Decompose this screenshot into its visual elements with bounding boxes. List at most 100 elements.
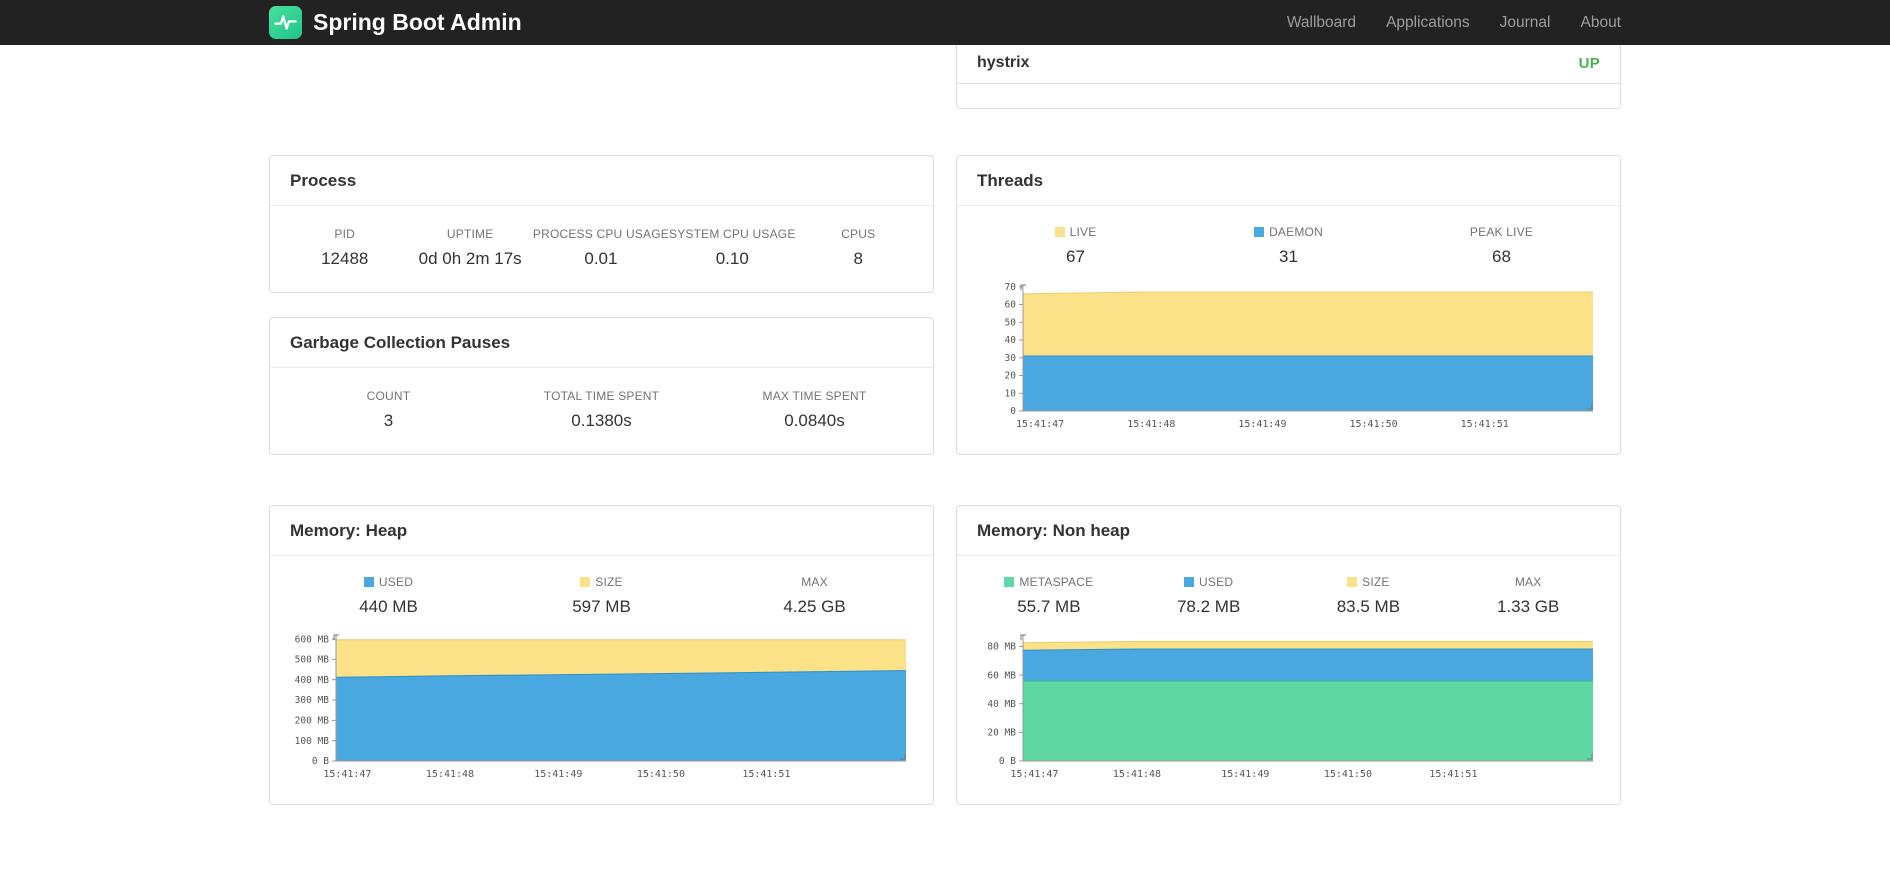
legend-label: USED	[1129, 575, 1289, 589]
legend-label: PEAK LIVE	[1469, 225, 1534, 239]
legend-value: 68	[1492, 247, 1511, 266]
application-status-badge: UP	[1578, 54, 1600, 72]
svg-text:300 MB: 300 MB	[295, 695, 330, 706]
metric-value: 0.0840s	[784, 411, 845, 430]
svg-text:15:41:47: 15:41:47	[323, 769, 371, 780]
metric-value: 0d 0h 2m 17s	[418, 249, 522, 268]
legend-label: LIVE	[969, 225, 1182, 239]
svg-text:15:41:48: 15:41:48	[426, 769, 474, 780]
svg-text:60: 60	[1005, 300, 1017, 311]
svg-text:400 MB: 400 MB	[295, 675, 330, 686]
metric-gc-count: COUNT 3	[282, 389, 495, 431]
legend-item-used: USED 440 MB	[282, 575, 495, 617]
legend-item-peak-live: PEAK LIVE 68	[1395, 225, 1608, 267]
legend-value: 55.7 MB	[1017, 597, 1081, 616]
threads-legend: LIVE 67 DAEMON 31 PEAK LIVE 68	[957, 206, 1620, 271]
metric-value: 0.01	[584, 249, 618, 268]
legend-item-size: SIZE 597 MB	[495, 575, 708, 617]
live-series-swatch	[1054, 227, 1065, 237]
used-series-swatch	[1184, 577, 1195, 587]
legend-value: 597 MB	[572, 597, 631, 616]
heap-legend: USED 440 MB SIZE 597 MB MAX 4.25 GB	[270, 556, 933, 621]
metric-pid: PID 12488	[282, 227, 407, 269]
metric-label: PROCESS CPU USAGE	[532, 227, 669, 241]
metric-value: 0.10	[715, 249, 749, 268]
size-series-swatch	[580, 577, 591, 587]
heap-memory-chart: 0 B 100 MB 200 MB 300 MB 400 MB 500 MB 600 MB 1…	[270, 621, 933, 804]
legend-item-daemon: DAEMON 31	[1182, 225, 1395, 267]
nav-item-about[interactable]: About	[1580, 14, 1621, 32]
nav-item-journal[interactable]: Journal	[1500, 14, 1551, 32]
svg-text:15:41:51: 15:41:51	[1429, 769, 1477, 780]
svg-text:15:41:50: 15:41:50	[637, 769, 685, 780]
svg-text:15:41:48: 15:41:48	[1113, 769, 1161, 780]
brand-link[interactable]: Spring Boot Admin	[269, 6, 522, 39]
svg-text:15:41:51: 15:41:51	[1461, 419, 1509, 430]
used-series-swatch	[363, 577, 374, 587]
svg-text:100 MB: 100 MB	[295, 736, 330, 747]
metaspace-series-swatch	[1004, 577, 1015, 587]
metric-value: 8	[853, 249, 863, 268]
nonheap-memory-chart: 0 B 20 MB 40 MB 60 MB 80 MB 15:41:47 15:41:48 1…	[957, 621, 1620, 804]
spring-boot-admin-logo-icon	[269, 6, 302, 39]
gc-metrics: COUNT 3 TOTAL TIME SPENT 0.1380s MAX TIM…	[270, 368, 933, 454]
memory-nonheap-panel: Memory: Non heap METASPACE 55.7 MB USED …	[956, 505, 1621, 805]
nav-item-applications[interactable]: Applications	[1386, 14, 1470, 32]
nav-links: Wallboard Applications Journal About	[1287, 14, 1621, 32]
metric-value: 12488	[321, 249, 369, 268]
process-panel-title: Process	[270, 156, 933, 206]
metric-system-cpu-usage: SYSTEM CPU USAGE 0.10	[669, 227, 796, 269]
brand-title: Spring Boot Admin	[313, 9, 522, 35]
legend-item-max: MAX 1.33 GB	[1448, 575, 1608, 617]
svg-text:0 B: 0 B	[999, 756, 1016, 767]
navbar: Spring Boot Admin Wallboard Applications…	[0, 0, 1890, 45]
threads-panel-title: Threads	[957, 156, 1620, 206]
process-panel: Process PID 12488 UPTIME 0d 0h 2m 17s PR…	[269, 155, 934, 293]
svg-text:500 MB: 500 MB	[295, 655, 330, 666]
memory-heap-panel-title: Memory: Heap	[270, 506, 933, 556]
metric-label: MAX TIME SPENT	[762, 389, 867, 403]
metric-label: CPUS	[841, 227, 876, 241]
legend-item-max: MAX 4.25 GB	[708, 575, 921, 617]
legend-label: METASPACE	[969, 575, 1129, 589]
legend-value: 31	[1279, 247, 1298, 266]
metric-label: PID	[334, 227, 356, 241]
svg-text:15:41:49: 15:41:49	[534, 769, 582, 780]
metric-label: TOTAL TIME SPENT	[543, 389, 660, 403]
svg-text:40: 40	[1005, 335, 1017, 346]
svg-text:20 MB: 20 MB	[987, 728, 1016, 739]
legend-value: 83.5 MB	[1336, 597, 1401, 616]
legend-label: MAX	[1514, 575, 1542, 589]
nonheap-legend: METASPACE 55.7 MB USED 78.2 MB SIZE 83.5…	[957, 556, 1620, 621]
application-row: hystrix UP	[957, 45, 1620, 84]
metric-label: COUNT	[366, 389, 411, 403]
svg-text:20: 20	[1005, 371, 1017, 382]
svg-text:80 MB: 80 MB	[987, 642, 1016, 653]
nav-item-wallboard[interactable]: Wallboard	[1287, 14, 1356, 32]
svg-text:15:41:47: 15:41:47	[1010, 769, 1058, 780]
process-metrics: PID 12488 UPTIME 0d 0h 2m 17s PROCESS CP…	[270, 206, 933, 292]
legend-value: 67	[1066, 247, 1085, 266]
gc-panel-title: Garbage Collection Pauses	[270, 318, 933, 368]
svg-text:200 MB: 200 MB	[295, 716, 330, 727]
svg-text:15:41:47: 15:41:47	[1016, 419, 1064, 430]
svg-text:15:41:49: 15:41:49	[1238, 419, 1286, 430]
svg-text:0 B: 0 B	[312, 756, 329, 767]
applications-panel: hystrix UP	[956, 45, 1621, 109]
metric-value: 0.1380s	[571, 411, 632, 430]
legend-item-size: SIZE 83.5 MB	[1289, 575, 1449, 617]
legend-item-used: USED 78.2 MB	[1129, 575, 1289, 617]
svg-text:15:41:48: 15:41:48	[1127, 419, 1175, 430]
legend-label: SIZE	[495, 575, 708, 589]
svg-text:40 MB: 40 MB	[987, 699, 1016, 710]
metric-uptime: UPTIME 0d 0h 2m 17s	[407, 227, 532, 269]
legend-value: 440 MB	[359, 597, 418, 616]
threads-panel: Threads LIVE 67 DAEMON 31 PEAK LIVE 68 0…	[956, 155, 1621, 455]
svg-text:600 MB: 600 MB	[295, 634, 330, 645]
legend-label: MAX	[801, 575, 828, 589]
application-name-link[interactable]: hystrix	[977, 54, 1029, 72]
metric-gc-max-time: MAX TIME SPENT 0.0840s	[708, 389, 921, 431]
svg-text:60 MB: 60 MB	[987, 670, 1016, 681]
svg-text:15:41:49: 15:41:49	[1221, 769, 1269, 780]
svg-text:0: 0	[1010, 406, 1016, 417]
